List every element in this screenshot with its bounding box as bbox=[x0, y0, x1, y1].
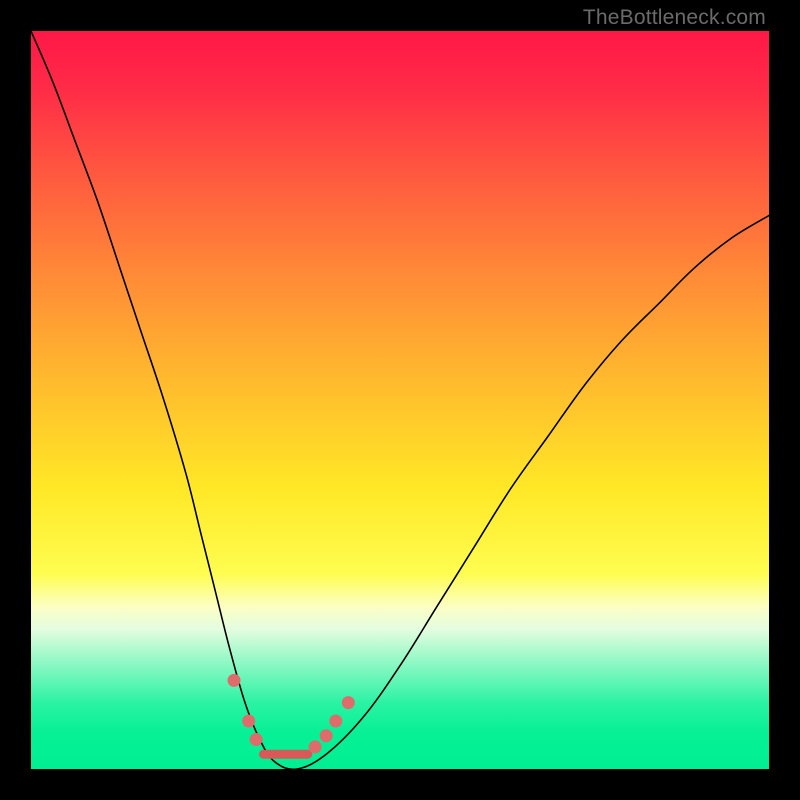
plot-area bbox=[31, 31, 769, 769]
watermark-text: TheBottleneck.com bbox=[583, 6, 766, 30]
highlight-dot bbox=[228, 674, 241, 687]
highlight-markers bbox=[228, 674, 355, 754]
highlight-dot bbox=[320, 729, 333, 742]
highlight-dot bbox=[250, 733, 263, 746]
highlight-dot bbox=[242, 715, 255, 728]
bottleneck-curve bbox=[31, 31, 769, 769]
chart-frame: TheBottleneck.com bbox=[0, 0, 800, 800]
curve-svg bbox=[31, 31, 769, 769]
highlight-dot bbox=[309, 740, 322, 753]
highlight-dot bbox=[329, 715, 342, 728]
highlight-dot bbox=[342, 696, 355, 709]
